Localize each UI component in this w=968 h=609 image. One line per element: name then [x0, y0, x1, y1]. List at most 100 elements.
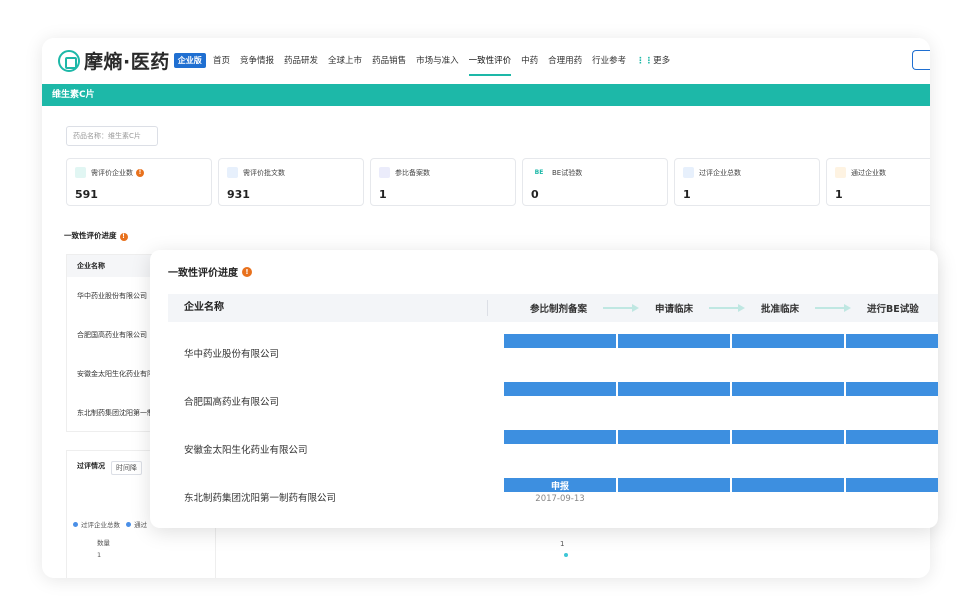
progress-bar-segment[interactable]: [618, 382, 730, 396]
arrow-right-icon: [815, 304, 852, 312]
stat-value: 591: [75, 188, 98, 201]
progress-bar-segment[interactable]: [732, 478, 844, 492]
assistant-button[interactable]: [912, 50, 930, 70]
progress-bar-segment[interactable]: [504, 382, 616, 396]
stat-value: 931: [227, 188, 250, 201]
table-row[interactable]: 华中药业股份有限公司: [168, 328, 938, 376]
info-icon[interactable]: !: [119, 233, 128, 241]
nav-item[interactable]: 行业参考: [592, 54, 626, 76]
stat-label: BE试验数: [552, 168, 583, 177]
stat-value: 1: [683, 188, 691, 201]
stat-card[interactable]: 需评价企业数! 591: [66, 158, 212, 206]
nav-item[interactable]: 一致性评价: [468, 54, 512, 76]
y-axis-label: 数量: [97, 539, 110, 547]
top-navigation-bar: 摩熵·医药 企业版 首页 竞争情报 药品研发 全球上市 药品销售 市场与准入 一致性评价 中药…: [42, 38, 930, 84]
stat-card[interactable]: 通过企业数 1: [826, 158, 930, 206]
progress-bar-segment[interactable]: [846, 430, 938, 444]
progress-bar-segment[interactable]: [618, 430, 730, 444]
stat-value: 1: [835, 188, 843, 201]
nav-item[interactable]: 市场与准入: [416, 54, 459, 76]
stat-card[interactable]: BE BE试验数 0: [522, 158, 668, 206]
stat-card[interactable]: 需评价批文数 931: [218, 158, 364, 206]
drug-name-filter[interactable]: 药品名称：维生素C片: [66, 126, 158, 146]
nav-item[interactable]: 药品销售: [372, 54, 406, 76]
stat-label-row: 需评价企业数!: [75, 167, 203, 178]
stat-value: 1: [379, 188, 387, 201]
document-icon: [227, 167, 238, 178]
nav-item[interactable]: 中药: [521, 54, 538, 76]
column-stage: 参比制剂备案: [530, 304, 588, 315]
bar-date: 2017-09-13: [535, 494, 585, 504]
stage-headers: 参比制剂备案 申请临床 批准临床 进行BE试验: [530, 301, 919, 315]
progress-bar-segment[interactable]: [846, 382, 938, 396]
company-name: 合肥国高药业有限公司: [184, 397, 280, 408]
chart-legend: 过评企业总数 通过: [73, 519, 147, 529]
stat-label-row: 需评价批文数: [227, 167, 355, 178]
popup-title-text: 一致性评价进度: [168, 268, 238, 279]
nav-item[interactable]: 首页: [213, 54, 230, 76]
building-icon: [683, 167, 694, 178]
company-name: 华中药业股份有限公司: [184, 349, 280, 360]
nav-item[interactable]: 竞争情报: [240, 54, 274, 76]
progress-bar-segment[interactable]: [732, 382, 844, 396]
main-nav: 首页 竞争情报 药品研发 全球上市 药品销售 市场与准入 一致性评价 中药 合理用药 行业参考 ⋮⋮…: [213, 54, 690, 76]
logo[interactable]: 摩熵·医药 企业版: [58, 47, 206, 74]
company-name: 东北制药集团沈阳第一制药有限公司: [184, 493, 337, 504]
grid-icon: ⋮⋮: [636, 56, 654, 66]
nav-item[interactable]: 合理用药: [548, 54, 582, 76]
legend-item-passed[interactable]: 通过: [134, 521, 147, 529]
stat-label: 参比备案数: [395, 168, 430, 177]
stat-card[interactable]: 参比备案数 1: [370, 158, 516, 206]
column-stage: 批准临床: [761, 304, 800, 315]
nav-more-label: 更多: [653, 56, 671, 66]
progress-bar-segment[interactable]: [846, 334, 938, 348]
legend-item-total[interactable]: 过评企业总数: [81, 521, 120, 529]
stat-label-row: 过评企业总数: [683, 167, 811, 178]
stat-value: 0: [531, 188, 539, 201]
tab-evaluation[interactable]: 过评情况: [77, 461, 105, 475]
info-icon[interactable]: !: [242, 266, 252, 277]
company-name: 安徽金太阳生化药业有限公司: [184, 445, 308, 456]
progress-popup: 一致性评价进度! 企业名称 参比制剂备案 申请临床 批准临床 进行BE试验 华中药业股…: [150, 250, 938, 528]
chart-point-label: 1: [560, 540, 565, 548]
popup-title: 一致性评价进度!: [168, 264, 252, 279]
nav-item[interactable]: 药品研发: [284, 54, 318, 76]
stat-label: 需评价批文数: [243, 168, 285, 177]
progress-bar-segment[interactable]: [732, 430, 844, 444]
progress-bar-segment[interactable]: [846, 478, 938, 492]
sort-select[interactable]: 时间降: [111, 461, 142, 475]
building-check-icon: [835, 167, 846, 178]
table-row[interactable]: 合肥国高药业有限公司: [168, 376, 938, 424]
popup-table-header: 企业名称 参比制剂备案 申请临床 批准临床 进行BE试验: [168, 294, 938, 322]
edition-badge: 企业版: [173, 53, 206, 68]
progress-bar-segment[interactable]: [504, 334, 616, 348]
column-stage: 申请临床: [655, 304, 694, 315]
arrow-right-icon: [709, 304, 746, 312]
bar-label: 申报: [550, 482, 569, 492]
stat-label-row: BE BE试验数: [531, 167, 659, 178]
stat-label-row: 通过企业数: [835, 167, 930, 178]
chart-point[interactable]: [564, 553, 568, 557]
stat-label: 需评价企业数: [91, 168, 133, 177]
progress-bar-segment[interactable]: [504, 430, 616, 444]
tablet-icon: [75, 167, 86, 178]
y-axis-tick: 1: [97, 551, 102, 559]
progress-bar-segment[interactable]: [618, 334, 730, 348]
table-row[interactable]: 安徽金太阳生化药业有限公司: [168, 424, 938, 472]
info-icon[interactable]: !: [136, 168, 144, 177]
nav-item-more[interactable]: ⋮⋮更多: [636, 54, 680, 76]
progress-bar-segment[interactable]: [732, 334, 844, 348]
stats-row: 需评价企业数! 591 需评价批文数 931 参比备案数 1 BE BE试验数 0 过评企业总数 1…: [66, 158, 930, 206]
section-title: 一致性评价进度!: [64, 230, 128, 241]
stat-card[interactable]: 过评企业总数 1: [674, 158, 820, 206]
table-row[interactable]: 东北制药集团沈阳第一制药有限公司 申报 2017-09-13: [168, 472, 938, 520]
stat-label: 过评企业总数: [699, 168, 741, 177]
nav-item[interactable]: 全球上市: [328, 54, 362, 76]
progress-bar-segment[interactable]: [618, 478, 730, 492]
stat-label-row: 参比备案数: [379, 167, 507, 178]
column-stage: 进行BE试验: [867, 304, 919, 315]
stat-label: 通过企业数: [851, 168, 886, 177]
column-company: 企业名称: [168, 300, 488, 316]
chart-tabs: 过评情况 时间降: [77, 461, 142, 475]
be-icon: BE: [534, 169, 544, 176]
